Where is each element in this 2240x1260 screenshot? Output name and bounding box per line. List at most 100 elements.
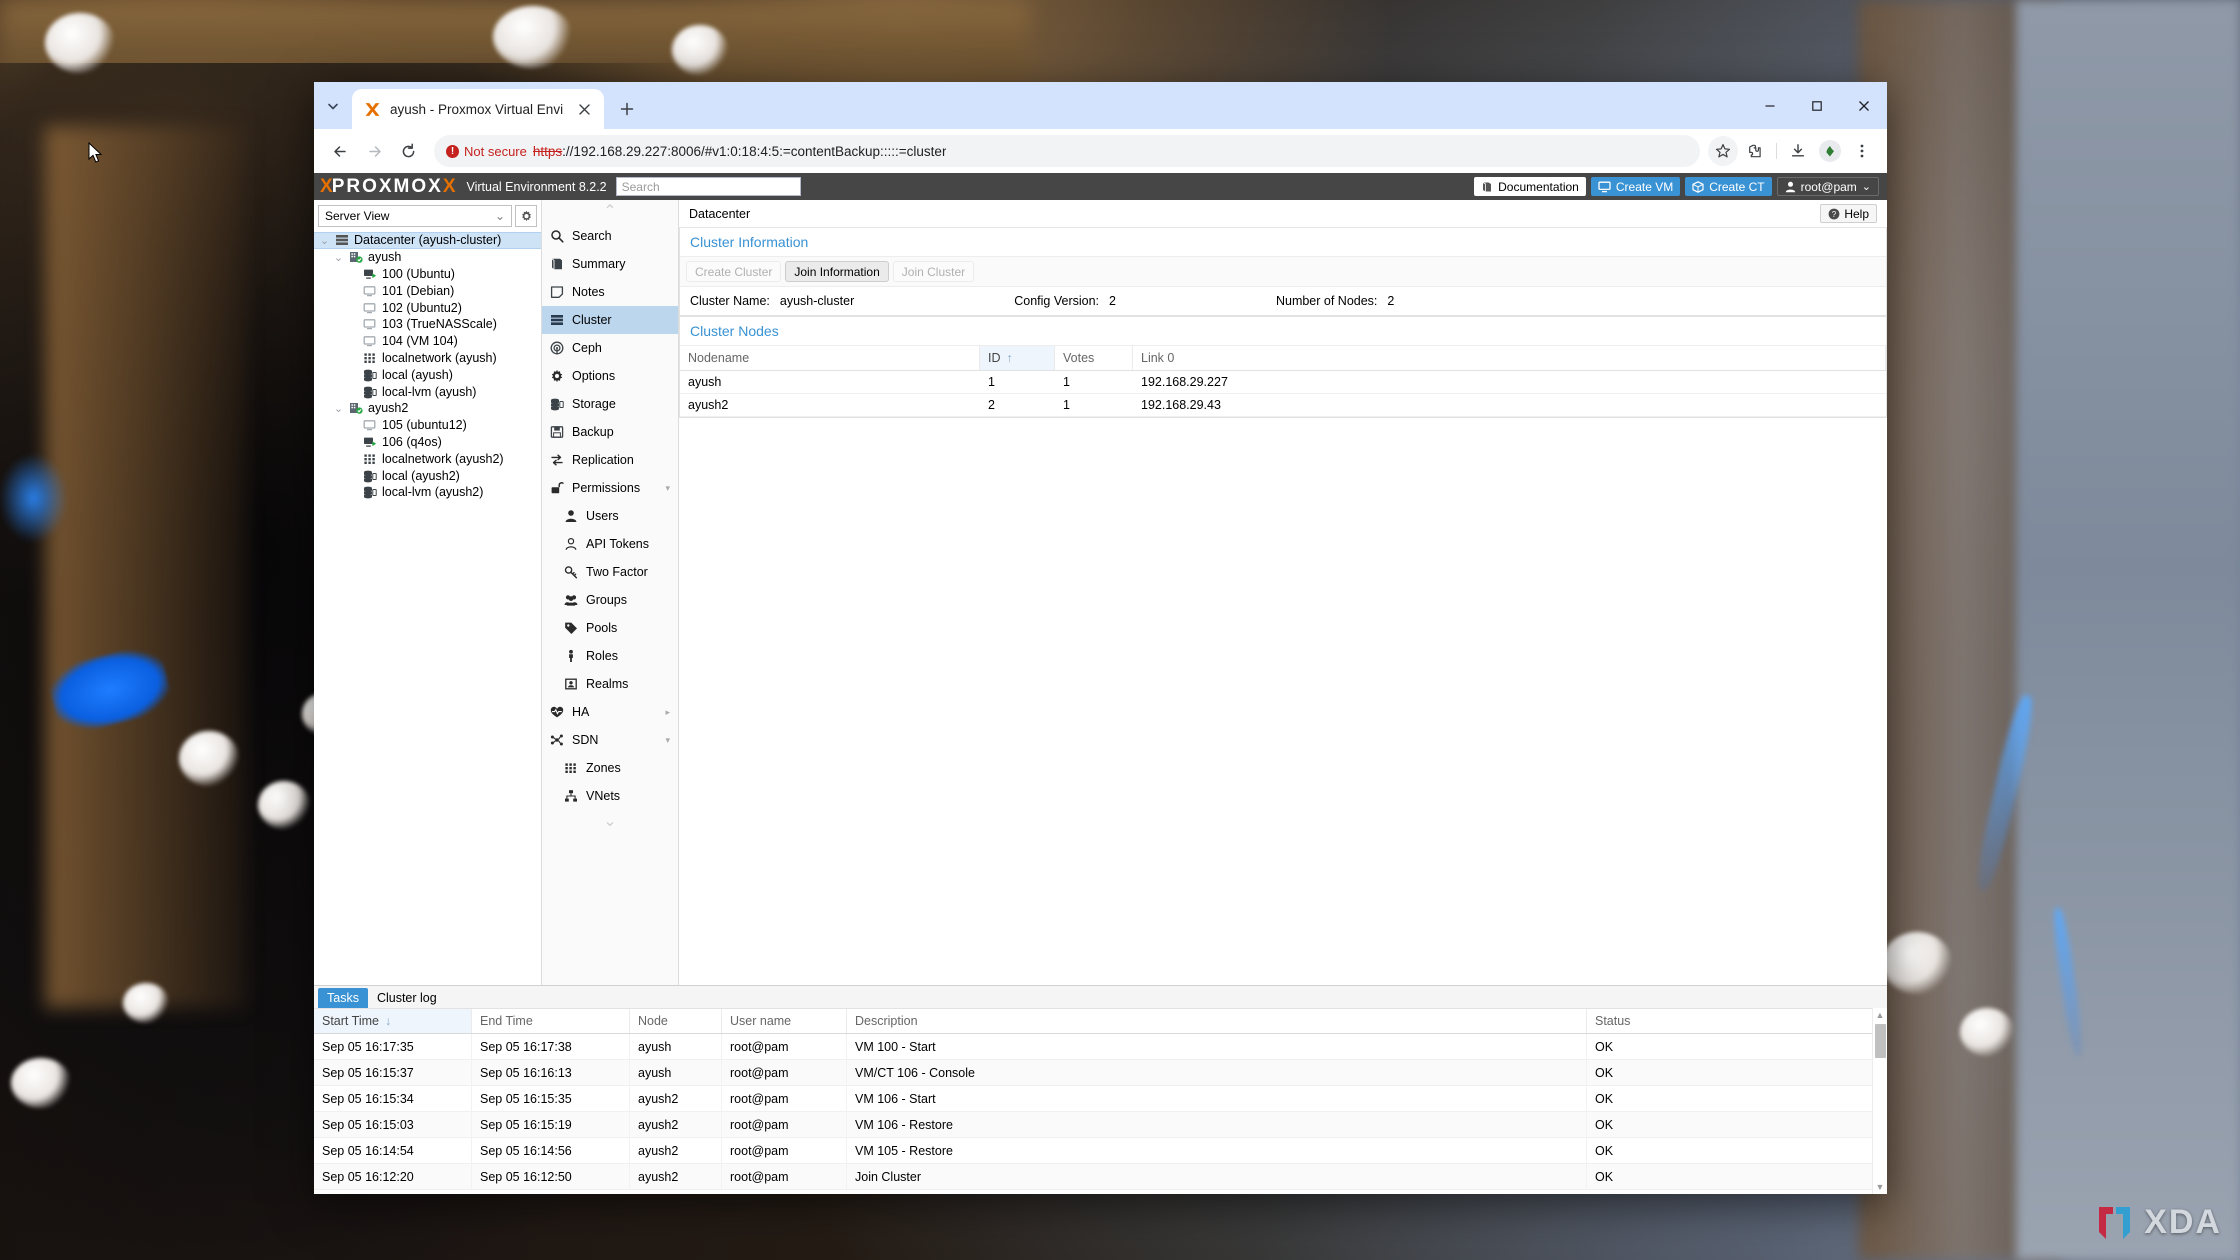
menu-item-cluster[interactable]: Cluster xyxy=(542,306,678,334)
tasks-row[interactable]: Sep 05 16:12:20Sep 05 16:12:50ayush2root… xyxy=(314,1164,1887,1190)
tasks-column-header[interactable]: Node xyxy=(630,1009,722,1033)
tasks-row[interactable]: Sep 05 16:17:35Sep 05 16:17:38ayushroot@… xyxy=(314,1034,1887,1060)
tasks-column-header[interactable]: Start Time↓ xyxy=(314,1009,472,1033)
menu-item-api-tokens[interactable]: API Tokens xyxy=(542,530,678,558)
view-selector[interactable]: Server View ⌄ xyxy=(318,205,512,227)
tree-item[interactable]: 105 (ubuntu12) xyxy=(314,417,541,434)
scroll-down-icon[interactable]: ▼ xyxy=(1876,1180,1885,1194)
tree-item[interactable]: ⌄ayush2 xyxy=(314,400,541,417)
menu-item-sdn[interactable]: SDN▾ xyxy=(542,726,678,754)
extensions-puzzle-icon[interactable] xyxy=(1740,136,1770,166)
tasks-row[interactable]: Sep 05 16:15:34Sep 05 16:15:35ayush2root… xyxy=(314,1086,1887,1112)
menu-item-realms[interactable]: Realms xyxy=(542,670,678,698)
book-icon xyxy=(1481,181,1493,193)
menu-item-replication[interactable]: Replication xyxy=(542,446,678,474)
new-tab-button[interactable] xyxy=(615,97,639,121)
search-input[interactable]: Search xyxy=(616,177,801,196)
scrollbar-thumb[interactable] xyxy=(1875,1024,1886,1058)
tasks-scrollbar[interactable]: ▲ ▼ xyxy=(1872,1008,1887,1194)
proxmox-logo[interactable]: XPROXMOXX xyxy=(320,177,455,196)
help-button[interactable]: ? Help xyxy=(1820,204,1877,223)
chevron-down-icon[interactable]: ▾ xyxy=(665,483,670,494)
window-maximize-button[interactable] xyxy=(1793,82,1840,129)
bookmark-star-icon[interactable] xyxy=(1708,136,1738,166)
menu-item-zones[interactable]: Zones xyxy=(542,754,678,782)
tasks-row[interactable]: Sep 05 16:14:54Sep 05 16:14:56ayush2root… xyxy=(314,1138,1887,1164)
tree-item[interactable]: ⌄ayush xyxy=(314,249,541,266)
window-minimize-button[interactable] xyxy=(1746,82,1793,129)
menu-item-pools[interactable]: Pools xyxy=(542,614,678,642)
menu-item-notes[interactable]: Notes xyxy=(542,278,678,306)
tasks-panel: TasksCluster log Start Time↓End TimeNode… xyxy=(314,985,1887,1194)
tasks-column-header[interactable]: Description xyxy=(847,1009,1587,1033)
forward-button[interactable] xyxy=(358,135,390,167)
join-information-button[interactable]: Join Information xyxy=(785,261,888,282)
menu-item-search[interactable]: Search xyxy=(542,222,678,250)
tasks-column-header[interactable]: User name xyxy=(722,1009,847,1033)
tree-item[interactable]: 102 (Ubuntu2) xyxy=(314,299,541,316)
vm-running-icon xyxy=(363,435,377,449)
user-menu-button[interactable]: root@pam ⌄ xyxy=(1777,177,1879,196)
browser-tab[interactable]: ayush - Proxmox Virtual Environ xyxy=(352,89,604,129)
tab-search-chevron-icon[interactable] xyxy=(314,82,352,129)
tree-item[interactable]: 103 (TrueNASScale) xyxy=(314,316,541,333)
tree-item[interactable]: local-lvm (ayush2) xyxy=(314,484,541,501)
tree-item[interactable]: local (ayush) xyxy=(314,366,541,383)
menu-item-summary[interactable]: Summary xyxy=(542,250,678,278)
tasks-row[interactable]: Sep 05 16:15:37Sep 05 16:16:13ayushroot@… xyxy=(314,1060,1887,1086)
tree-item[interactable]: 106 (q4os) xyxy=(314,434,541,451)
address-bar[interactable]: ! Not secure https://192.168.29.227:8006… xyxy=(434,135,1700,167)
tree-item[interactable]: 104 (VM 104) xyxy=(314,333,541,350)
tasks-column-header[interactable]: End Time xyxy=(472,1009,630,1033)
menu-item-backup[interactable]: Backup xyxy=(542,418,678,446)
tree-item[interactable]: localnetwork (ayush2) xyxy=(314,450,541,467)
chevron-right-icon[interactable]: ▸ xyxy=(665,707,670,718)
tree-settings-button[interactable] xyxy=(515,205,537,227)
tree-item[interactable]: 100 (Ubuntu) xyxy=(314,266,541,283)
tree-item[interactable]: 101 (Debian) xyxy=(314,282,541,299)
tree-twisty-icon[interactable]: ⌄ xyxy=(318,234,331,247)
tree-item[interactable]: local-lvm (ayush) xyxy=(314,383,541,400)
menu-scroll-down[interactable]: ⌄ xyxy=(542,810,678,832)
profile-avatar-icon[interactable] xyxy=(1815,136,1845,166)
back-button[interactable] xyxy=(324,135,356,167)
create-vm-button[interactable]: Create VM xyxy=(1591,177,1680,196)
menu-item-options[interactable]: Options xyxy=(542,362,678,390)
menu-item-groups[interactable]: Groups xyxy=(542,586,678,614)
tasks-row[interactable]: Sep 05 16:15:03Sep 05 16:15:19ayush2root… xyxy=(314,1112,1887,1138)
tasks-tab-tasks[interactable]: Tasks xyxy=(318,988,368,1008)
cluster-nodes-column-header[interactable]: ID↑ xyxy=(980,346,1055,370)
cluster-nodes-row[interactable]: ayush11192.168.29.227 xyxy=(680,371,1886,394)
window-close-button[interactable] xyxy=(1840,82,1887,129)
menu-item-two-factor[interactable]: Two Factor xyxy=(542,558,678,586)
chevron-down-icon[interactable]: ▾ xyxy=(665,735,670,746)
tree-item[interactable]: ⌄Datacenter (ayush-cluster) xyxy=(314,232,541,249)
menu-scroll-up[interactable]: ⌃ xyxy=(542,200,678,222)
scroll-up-icon[interactable]: ▲ xyxy=(1876,1008,1885,1022)
menu-item-permissions[interactable]: Permissions▾ xyxy=(542,474,678,502)
cluster-nodes-column-header[interactable]: Nodename xyxy=(680,346,980,370)
cluster-nodes-row[interactable]: ayush221192.168.29.43 xyxy=(680,394,1886,417)
not-secure-indicator[interactable]: ! Not secure xyxy=(446,144,527,159)
menu-item-storage[interactable]: Storage xyxy=(542,390,678,418)
chrome-menu-icon[interactable] xyxy=(1847,136,1877,166)
cluster-nodes-column-header[interactable]: Link 0 xyxy=(1133,346,1886,370)
menu-item-roles[interactable]: Roles xyxy=(542,642,678,670)
wallpaper-blossom xyxy=(1882,932,1952,994)
menu-item-ha[interactable]: HA▸ xyxy=(542,698,678,726)
tree-item[interactable]: local (ayush2) xyxy=(314,467,541,484)
menu-item-vnets[interactable]: VNets xyxy=(542,782,678,810)
tree-twisty-icon[interactable]: ⌄ xyxy=(332,251,345,264)
tab-close-icon[interactable] xyxy=(572,97,596,121)
create-ct-button[interactable]: Create CT xyxy=(1685,177,1771,196)
menu-item-users[interactable]: Users xyxy=(542,502,678,530)
reload-button[interactable] xyxy=(392,135,424,167)
documentation-button[interactable]: Documentation xyxy=(1474,177,1586,196)
menu-item-ceph[interactable]: Ceph xyxy=(542,334,678,362)
downloads-icon[interactable] xyxy=(1783,136,1813,166)
tree-item[interactable]: localnetwork (ayush) xyxy=(314,350,541,367)
tree-twisty-icon[interactable]: ⌄ xyxy=(332,402,345,415)
cluster-nodes-column-header[interactable]: Votes xyxy=(1055,346,1133,370)
tasks-column-header[interactable]: Status xyxy=(1587,1009,1887,1033)
tasks-tab-cluster-log[interactable]: Cluster log xyxy=(368,988,446,1008)
